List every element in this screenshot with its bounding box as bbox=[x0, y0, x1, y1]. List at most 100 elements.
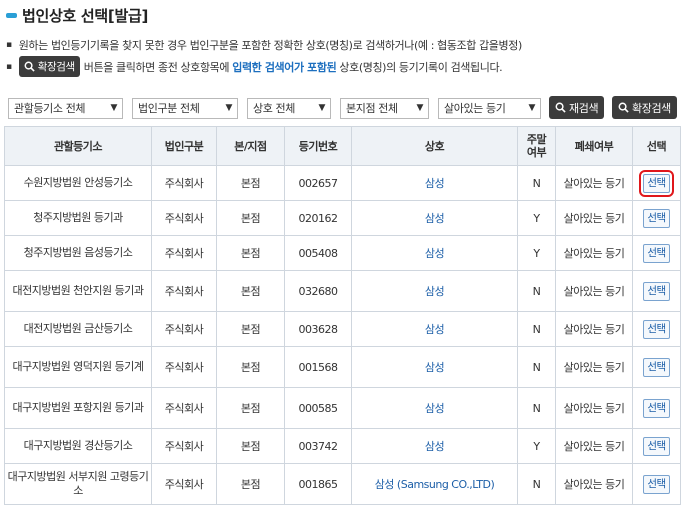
cell-corp-type: 주식회사 bbox=[151, 346, 217, 388]
description-text-2b: 상호(명칭)의 등기기록이 검색됩니다. bbox=[339, 60, 503, 74]
description-emphasis: 입력한 검색어가 포함된 bbox=[232, 60, 337, 74]
bullet-icon: ▪ bbox=[6, 40, 12, 50]
cell-company: 삼성 bbox=[351, 428, 518, 464]
cell-reg-no: 005408 bbox=[284, 235, 352, 271]
header-company: 상호 bbox=[351, 126, 518, 166]
table-row: 청주지방법원 등기과 주식회사 본점 020162 삼성 Y 살아있는 등기 선택 bbox=[4, 200, 681, 236]
header-reg-no: 등기번호 bbox=[284, 126, 352, 166]
company-link[interactable]: 삼성 bbox=[425, 361, 445, 374]
description-text-1: 원하는 법인등기기록을 찾지 못한 경우 법인구분을 포함한 정확한 상호(명칭… bbox=[18, 39, 523, 52]
header-select: 선택 bbox=[632, 126, 681, 166]
extended-search-button[interactable]: 확장검색 bbox=[612, 96, 677, 119]
cell-company: 삼성 bbox=[351, 387, 518, 429]
search-icon bbox=[24, 61, 35, 72]
branch-select[interactable]: 본지점 전체 ▼ bbox=[340, 97, 429, 119]
select-button[interactable]: 선택 bbox=[643, 436, 670, 456]
cell-main: N bbox=[517, 270, 556, 312]
select-button[interactable]: 선택 bbox=[639, 169, 674, 197]
company-select[interactable]: 상호 전체 ▼ bbox=[247, 97, 331, 119]
cell-company: 삼성 bbox=[351, 200, 518, 236]
table-header-row: 관할등기소 법인구분 본/지점 등기번호 상호 주말 여부 폐쇄여부 선택 bbox=[4, 126, 681, 166]
cell-closed: 살아있는 등기 bbox=[555, 428, 633, 464]
chevron-down-icon: ▼ bbox=[225, 103, 232, 113]
company-link[interactable]: 삼성 bbox=[425, 323, 445, 336]
cell-corp-type: 주식회사 bbox=[151, 200, 217, 236]
cell-closed: 살아있는 등기 bbox=[555, 270, 633, 312]
research-button[interactable]: 재검색 bbox=[549, 96, 605, 119]
description-text-2a: 버튼을 클릭하면 종전 상호항목에 bbox=[83, 60, 230, 74]
registry-select-value: 관할등기소 전체 bbox=[14, 102, 86, 115]
filter-bar: 관할등기소 전체 ▼ 법인구분 전체 ▼ 상호 전체 ▼ 본지점 전체 ▼ 살아있는 등… bbox=[8, 97, 550, 119]
description-line-2: ▪ 확장검색 버튼을 클릭하면 종전 상호항목에 입력한 검색어가 포함된 상호… bbox=[6, 55, 503, 78]
cell-registry: 청주지방법원 등기과 bbox=[4, 200, 152, 236]
table-row: 대구지방법원 경산등기소 주식회사 본점 003742 삼성 Y 살아있는 등기 선택 bbox=[4, 428, 681, 464]
cell-branch: 본점 bbox=[216, 346, 285, 388]
company-select-value: 상호 전체 bbox=[253, 102, 295, 115]
select-button[interactable]: 선택 bbox=[643, 208, 670, 228]
cell-reg-no: 003742 bbox=[284, 428, 352, 464]
cell-main: Y bbox=[517, 235, 556, 271]
cell-company: 삼성 bbox=[351, 311, 518, 347]
cell-select: 선택 bbox=[632, 270, 681, 312]
select-button[interactable]: 선택 bbox=[643, 243, 670, 263]
cell-select: 선택 bbox=[632, 235, 681, 271]
table-row: 수원지방법원 안성등기소 주식회사 본점 002657 삼성 N 살아있는 등기 선택 bbox=[4, 165, 681, 201]
company-link[interactable]: 삼성 bbox=[425, 247, 445, 260]
cell-closed: 살아있는 등기 bbox=[555, 311, 633, 347]
branch-select-value: 본지점 전체 bbox=[346, 102, 398, 115]
select-button[interactable]: 선택 bbox=[643, 357, 670, 377]
research-button-label: 재검색 bbox=[569, 101, 599, 115]
corp-type-select-value: 법인구분 전체 bbox=[138, 102, 200, 115]
search-icon bbox=[618, 102, 629, 113]
company-link[interactable]: 삼성 bbox=[425, 177, 445, 190]
bullet-icon: ▪ bbox=[6, 61, 12, 72]
cell-reg-no: 001865 bbox=[284, 463, 352, 505]
cell-registry: 대구지방법원 서부지원 고령등기소 bbox=[4, 463, 152, 505]
cell-select: 선택 bbox=[632, 200, 681, 236]
table-row: 대구지방법원 포항지원 등기과 주식회사 본점 000585 삼성 N 살아있는 등기 선택 bbox=[4, 387, 681, 429]
select-button[interactable]: 선택 bbox=[643, 319, 670, 339]
page-title-row: 법인상호 선택[발급] bbox=[6, 4, 148, 26]
company-link[interactable]: 삼성 bbox=[425, 212, 445, 225]
corp-type-select[interactable]: 법인구분 전체 ▼ bbox=[132, 97, 238, 119]
select-button[interactable]: 선택 bbox=[643, 281, 670, 301]
header-closed: 폐쇄여부 bbox=[555, 126, 633, 166]
cell-select: 선택 bbox=[632, 165, 681, 201]
chevron-down-icon: ▼ bbox=[528, 103, 535, 113]
cell-company: 삼성 bbox=[351, 165, 518, 201]
cell-company: 삼성 bbox=[351, 235, 518, 271]
cell-closed: 살아있는 등기 bbox=[555, 463, 633, 505]
extended-search-inline-button[interactable]: 확장검색 bbox=[18, 56, 80, 77]
select-button[interactable]: 선택 bbox=[643, 398, 670, 418]
cell-corp-type: 주식회사 bbox=[151, 165, 217, 201]
table-row: 대구지방법원 영덕지원 등기계 주식회사 본점 001568 삼성 N 살아있는 등기 선택 bbox=[4, 346, 681, 388]
page-title: 법인상호 선택[발급] bbox=[22, 6, 149, 25]
registry-select[interactable]: 관할등기소 전체 ▼ bbox=[8, 97, 123, 119]
company-link[interactable]: 삼성 bbox=[425, 285, 445, 298]
cell-main: Y bbox=[517, 200, 556, 236]
header-branch: 본/지점 bbox=[216, 126, 285, 166]
company-link[interactable]: 삼성 bbox=[425, 440, 445, 453]
cell-branch: 본점 bbox=[216, 165, 285, 201]
header-main-line1: 주말 bbox=[526, 133, 547, 146]
cell-select: 선택 bbox=[632, 428, 681, 464]
search-icon bbox=[555, 102, 566, 113]
status-select[interactable]: 살아있는 등기 ▼ bbox=[438, 97, 541, 119]
cell-branch: 본점 bbox=[216, 311, 285, 347]
table-row: 대전지방법원 금산등기소 주식회사 본점 003628 삼성 N 살아있는 등기 선택 bbox=[4, 311, 681, 347]
extended-search-button-label: 확장검색 bbox=[632, 101, 671, 115]
cell-branch: 본점 bbox=[216, 463, 285, 505]
chevron-down-icon: ▼ bbox=[318, 103, 325, 113]
select-button[interactable]: 선택 bbox=[643, 474, 670, 494]
cell-main: N bbox=[517, 311, 556, 347]
cell-corp-type: 주식회사 bbox=[151, 311, 217, 347]
cell-branch: 본점 bbox=[216, 387, 285, 429]
cell-reg-no: 020162 bbox=[284, 200, 352, 236]
company-link[interactable]: 삼성 bbox=[425, 402, 445, 415]
cell-company: 삼성 (Samsung CO.,LTD) bbox=[351, 463, 518, 505]
cell-main: Y bbox=[517, 428, 556, 464]
cell-registry: 수원지방법원 안성등기소 bbox=[4, 165, 152, 201]
cell-corp-type: 주식회사 bbox=[151, 270, 217, 312]
cell-registry: 청주지방법원 음성등기소 bbox=[4, 235, 152, 271]
company-link[interactable]: 삼성 (Samsung CO.,LTD) bbox=[375, 478, 495, 491]
